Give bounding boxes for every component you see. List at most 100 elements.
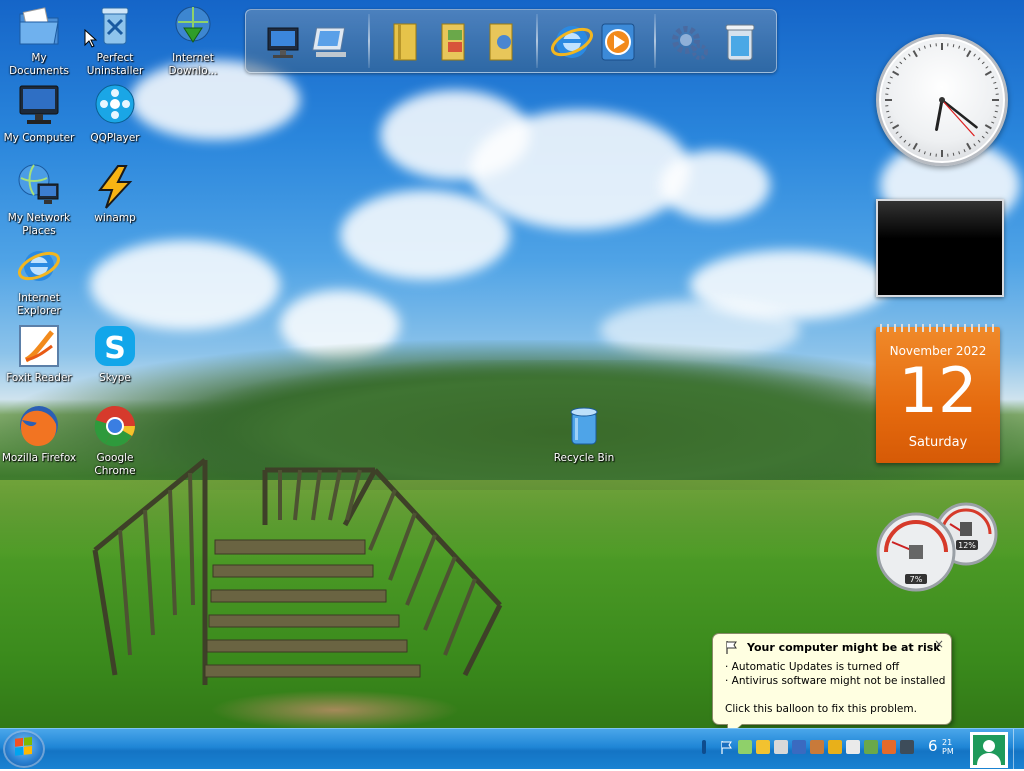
cpu-meter-gadget[interactable]: 7% 12% [876,500,1002,596]
media-player-icon[interactable] [596,20,640,64]
start-button[interactable] [3,730,45,768]
clock-minute-tick [959,151,960,154]
spreadsheet-tray-icon[interactable] [864,740,878,754]
clock-minute-tick [993,82,996,83]
clock-gadget[interactable] [876,34,1008,166]
app-tray-icon[interactable] [810,740,824,754]
system-tray [700,729,922,769]
clock-center-pin [939,97,945,103]
clock-minute-tick [888,117,891,118]
clock-minute-hand [942,100,977,127]
icon-label: My Documents [0,52,78,78]
desktop-icon-qqplayer[interactable]: QQPlayer [76,84,154,145]
display-tray-icon[interactable] [792,740,806,754]
clock-minute-tick [886,88,889,89]
memory-usage-label: 12% [958,541,976,550]
quick-launch-dock [245,9,777,73]
icon-label: Internet Downlo... [154,52,232,78]
clock-minute-tick [930,44,931,47]
cloud [470,110,690,230]
icon-label: My Network Places [0,212,78,238]
settings-icon[interactable] [668,20,712,64]
trash-icon[interactable] [718,20,762,64]
desktop-icon-mozilla-firefox[interactable]: Mozilla Firefox [0,404,78,465]
winamp-bolt-icon [92,164,138,210]
desktop-icon-internet-download-manager[interactable]: Internet Downlo... [154,4,232,78]
winamp-tray-icon[interactable] [828,740,842,754]
uninstaller-icon [92,4,138,50]
pdf-reader-icon [16,324,62,370]
calendar-weekday: Saturday [876,435,1000,450]
wooden-stairs [85,455,505,705]
device-tray-icon[interactable] [774,740,788,754]
clock-hour-tick [914,51,918,57]
clock-minute-tick [974,144,976,146]
pictures-icon[interactable] [480,20,524,64]
cloud [90,240,280,330]
tray-expand-icon[interactable] [702,740,706,754]
clock-hour-tick [967,51,971,57]
browser-icon[interactable] [550,20,594,64]
icon-label: Skype [76,372,154,385]
action-center-flag-icon[interactable] [720,740,734,754]
slideshow-gadget[interactable] [876,199,1004,297]
desktop-icon-my-documents[interactable]: My Documents [0,4,78,78]
clock-minute-tick [993,117,996,118]
icon-label: Perfect Uninstaller [76,52,154,78]
clock-minute-tick [900,136,902,138]
download-manager-icon [170,4,216,50]
cloud [660,150,770,220]
network-tray-icon[interactable] [738,740,752,754]
taskbar: 6 21PM [0,728,1024,769]
svg-text:S: S [104,331,126,366]
clock-hour-tick [893,72,899,76]
desktop-icon-recycle-bin[interactable]: Recycle Bin [545,404,623,465]
desktop-icon-winamp[interactable]: winamp [76,164,154,225]
clock-hour: 6 [928,737,938,755]
desktop-icon-my-computer[interactable]: My Computer [0,84,78,145]
clock-minute-tick [924,46,925,49]
clock-minute-tick [995,111,998,112]
show-desktop-button[interactable] [1013,729,1024,769]
film-reel-icon [92,84,138,130]
clock-minute-tick [930,153,931,156]
dock-separator [654,14,656,68]
clock-minute-tick [959,46,960,49]
user-avatar[interactable] [970,732,1008,768]
balloon-link[interactable]: Click this balloon to fix this problem. [725,703,917,715]
browser-tray-icon[interactable] [882,740,896,754]
clock-minute-tick [888,82,891,83]
desktop-icon-google-chrome[interactable]: Google Chrome [76,404,154,478]
calendar-gadget[interactable]: November 2022 12 Saturday [876,327,1000,463]
security-shield-icon[interactable] [756,740,770,754]
network-icon[interactable] [310,20,354,64]
balloon-line: · Antivirus software might not be instal… [725,675,945,687]
clock-minute-tick [896,66,898,68]
chrome-icon [92,404,138,450]
desktop-icon-my-network-places[interactable]: My Network Places [0,164,78,238]
clock-minute-tick [978,140,980,142]
clock-minute-tick [919,48,920,51]
settings-tray-icon[interactable] [900,740,914,754]
balloon-line: · Automatic Updates is turned off [725,661,899,673]
documents-icon[interactable] [432,20,476,64]
desktop-icon-skype[interactable]: S Skype [76,324,154,385]
windows-logo-icon [3,730,45,768]
desktop-icon-foxit-reader[interactable]: Foxit Reader [0,324,78,385]
clock-minute-tick [953,153,954,156]
clock-minute-tick [991,122,994,123]
icon-label: winamp [76,212,154,225]
taskbar-clock[interactable]: 6 21PM [928,737,938,755]
clock-hour-tick [985,72,991,76]
clock-minute-tick [986,66,988,68]
clock-minutes-ampm: 21PM [942,738,954,756]
desktop-icon-internet-explorer[interactable]: Internet Explorer [0,244,78,318]
security-alert-balloon[interactable]: Your computer might be at risk × · Autom… [712,633,952,725]
close-icon[interactable]: × [934,637,944,651]
clock-minute-tick [924,151,925,154]
mouse-cursor [84,29,98,49]
computer-icon[interactable] [262,20,306,64]
document-tray-icon[interactable] [846,740,860,754]
clock-minute-tick [953,44,954,47]
folder-icon[interactable] [384,20,428,64]
